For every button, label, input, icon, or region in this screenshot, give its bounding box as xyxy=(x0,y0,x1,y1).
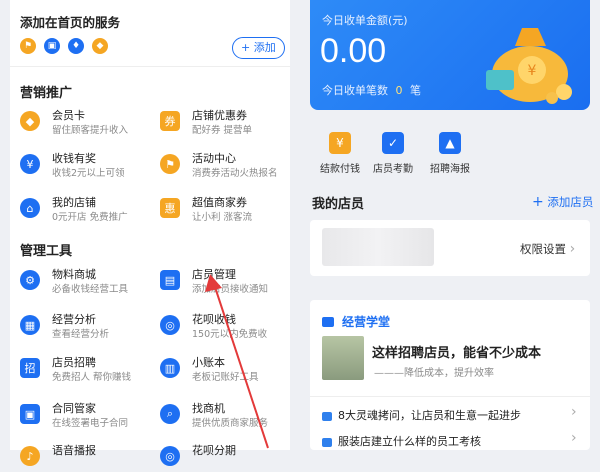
divider xyxy=(10,66,290,67)
item-desc: 配好券 提营单 xyxy=(192,125,253,136)
item-title: 语音播报 xyxy=(52,444,96,457)
installment-icon: ◎ xyxy=(160,446,180,466)
staff-avatar-blurred xyxy=(322,228,434,266)
member-card-icon: ◆ xyxy=(20,111,40,131)
ticket-icon: 惠 xyxy=(160,198,180,218)
item-title: 经营分析 xyxy=(52,313,96,326)
quick-action-settlement[interactable]: ¥ 结款付钱 xyxy=(314,132,366,175)
management-section-title: 管理工具 xyxy=(20,244,73,259)
add-staff-label: 添加店员 xyxy=(547,195,594,209)
chevron-right-icon: › xyxy=(571,430,577,446)
today-amount-label: 今日收单金额(元) xyxy=(322,14,408,27)
reward-icon: ¥ xyxy=(20,154,40,174)
item-desc: 留住顾客提升收入 xyxy=(52,125,129,136)
coin-symbol: ¥ xyxy=(528,63,537,79)
item-title: 我的店铺 xyxy=(52,196,96,209)
quick-action-recruit-poster[interactable]: ▲ 招聘海报 xyxy=(424,132,476,175)
mgmt-item-business-analysis[interactable]: ▦ 经营分析 查看经营分析 xyxy=(20,311,150,341)
add-staff-link[interactable]: + 添加店员 xyxy=(532,194,593,210)
item-title: 超值商家券 xyxy=(192,196,247,209)
annotation-arrow xyxy=(205,274,269,449)
marketing-item-my-shop[interactable]: ⌂ 我的店铺 0元开店 免费推广 xyxy=(20,194,150,224)
item-desc: 让小利 涨客流 xyxy=(192,212,253,223)
item-desc: 免费招人 帮你赚钱 xyxy=(52,372,132,383)
item-desc: 收钱2元以上可领 xyxy=(52,168,125,179)
marketing-item-activity-center[interactable]: ⚑ 活动中心 消费券活动火热报名 xyxy=(160,150,290,180)
marketing-section-title: 营销推广 xyxy=(20,86,73,101)
home-services-icons: ⚑ ▣ ♦ ◆ xyxy=(20,38,108,54)
marketing-item-shop-coupon[interactable]: 券 店铺优惠券 配好券 提营单 xyxy=(160,107,290,137)
shirt-icon[interactable]: ♦ xyxy=(68,38,84,54)
marketing-item-member-card[interactable]: ◆ 会员卡 留住顾客提升收入 xyxy=(20,107,150,137)
money-bag-icon: ¥ xyxy=(486,28,572,104)
ledger-icon: ▥ xyxy=(160,358,180,378)
article-subline: ———降低成本，提升效率 xyxy=(374,368,494,379)
contract-icon: ▣ xyxy=(20,404,40,424)
home-services-title: 添加在首页的服务 xyxy=(20,15,121,30)
mgmt-item-staff-recruit[interactable]: 招 店员招聘 免费招人 帮你赚钱 xyxy=(20,354,150,384)
chevron-right-icon: › xyxy=(571,404,577,420)
quick-action-label: 招聘海报 xyxy=(430,164,470,175)
chevron-right-icon: › xyxy=(569,241,576,257)
flag-icon[interactable]: ⚑ xyxy=(20,38,36,54)
today-count-label: 今日收单笔数 xyxy=(322,84,388,97)
settlement-icon: ¥ xyxy=(329,132,351,154)
academy-icon xyxy=(322,316,334,327)
today-count: 0 xyxy=(395,84,403,97)
quick-action-label: 结款付钱 xyxy=(320,164,360,175)
item-desc: 必备收钱经营工具 xyxy=(52,284,129,295)
quick-action-attendance[interactable]: ✓ 店员考勤 xyxy=(367,132,419,175)
item-desc: 0元开店 免费推广 xyxy=(52,212,128,223)
calendar-icon: ✓ xyxy=(382,132,404,154)
item-title: 店铺优惠券 xyxy=(192,109,247,122)
academy-header: 经营学堂 xyxy=(322,313,390,330)
article-headline[interactable]: 这样招聘店员，能省不少成本 xyxy=(372,342,541,361)
mall-icon: ⚙ xyxy=(20,270,40,290)
add-service-button[interactable]: + 添加 xyxy=(232,37,285,59)
news-icon xyxy=(322,411,332,421)
news-icon xyxy=(322,437,332,447)
permission-label: 权限设置 xyxy=(520,242,566,256)
item-title: 物料商城 xyxy=(52,268,96,281)
news-text: 服装店建立什么样的员工考核 xyxy=(338,435,481,448)
item-title: 活动中心 xyxy=(192,152,236,165)
news-item[interactable]: 8大灵魂拷问，让店员和生意一起进步 xyxy=(322,407,521,423)
flag-icon: ⚑ xyxy=(160,154,180,174)
mgmt-item-voice-broadcast[interactable]: ♪ 语音播报 xyxy=(20,442,150,472)
coupon-icon: 券 xyxy=(160,111,180,131)
search-icon: ⌕ xyxy=(160,404,180,424)
item-desc: 查看经营分析 xyxy=(52,329,110,340)
diamond-icon[interactable]: ◆ xyxy=(92,38,108,54)
today-count-unit: 笔 xyxy=(410,84,421,97)
marketing-item-cash-reward[interactable]: ¥ 收钱有奖 收钱2元以上可领 xyxy=(20,150,150,180)
huabei-icon: ◎ xyxy=(160,315,180,335)
quick-action-label: 店员考勤 xyxy=(373,164,413,175)
item-title: 会员卡 xyxy=(52,109,85,122)
item-title: 收钱有奖 xyxy=(52,152,96,165)
item-title: 店员招聘 xyxy=(52,356,96,369)
item-desc: 消费券活动火热报名 xyxy=(192,168,278,179)
permission-settings-button[interactable]: 权限设置 › xyxy=(520,241,575,257)
coupon-icon[interactable]: ▣ xyxy=(44,38,60,54)
today-amount: 0.00 xyxy=(320,32,387,70)
item-desc: 在线签署电子合同 xyxy=(52,418,129,429)
mgmt-item-contract[interactable]: ▣ 合同管家 在线签署电子合同 xyxy=(20,400,150,430)
speaker-icon: ♪ xyxy=(20,446,40,466)
today-count-row: 今日收单笔数 0 笔 xyxy=(322,82,421,98)
plus-icon: + xyxy=(532,194,544,210)
news-item[interactable]: 服装店建立什么样的员工考核 xyxy=(322,433,481,449)
divider xyxy=(310,396,590,397)
news-text: 8大灵魂拷问，让店员和生意一起进步 xyxy=(338,409,521,422)
my-staff-title: 我的店员 xyxy=(312,197,365,212)
analysis-icon: ▦ xyxy=(20,315,40,335)
staff-icon: ▤ xyxy=(160,270,180,290)
shop-icon: ⌂ xyxy=(20,198,40,218)
article-thumbnail[interactable] xyxy=(322,336,364,380)
item-title: 合同管家 xyxy=(52,402,96,415)
academy-title: 经营学堂 xyxy=(342,315,391,329)
marketing-item-merchant-coupon[interactable]: 惠 超值商家券 让小利 涨客流 xyxy=(160,194,290,224)
recruit-icon: 招 xyxy=(20,358,40,378)
mgmt-item-material-mall[interactable]: ⚙ 物料商城 必备收钱经营工具 xyxy=(20,266,150,296)
poster-icon: ▲ xyxy=(439,132,461,154)
